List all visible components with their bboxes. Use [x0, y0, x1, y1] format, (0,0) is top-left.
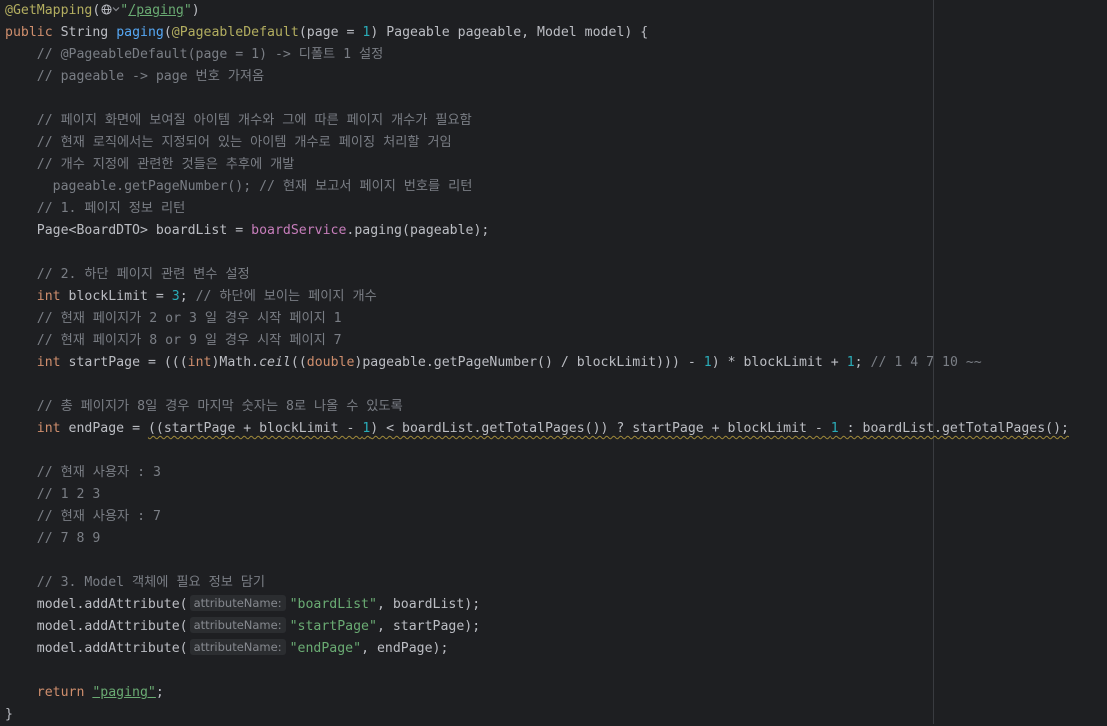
- code-line[interactable]: // 현재 페이지가 8 or 9 일 경우 시작 페이지 7: [5, 330, 1069, 352]
- code-line[interactable]: // 현재 사용자 : 7: [5, 506, 1069, 528]
- return-value-link[interactable]: "paging": [92, 685, 156, 700]
- comment: // 페이지 화면에 보여질 아이템 개수와 그에 따른 페이지 개수가 필요함: [36, 113, 472, 128]
- comment: // @PageableDefault(page = 1) -> 디폴트 1 설…: [36, 47, 384, 62]
- comment: // 현재 사용자 : 3: [36, 465, 161, 480]
- code-line[interactable]: }: [5, 704, 1069, 726]
- parameter-hint: attributeName:: [189, 639, 286, 655]
- code-line[interactable]: // 7 8 9: [5, 528, 1069, 550]
- code-line[interactable]: // 현재 로직에서는 지정되어 있는 아이템 개수로 페이징 처리할 거임: [5, 132, 1069, 154]
- code-editor[interactable]: @GetMapping("/paging") public String pag…: [0, 0, 1107, 724]
- code-line[interactable]: @GetMapping("/paging"): [5, 0, 1069, 22]
- comment: // 2. 하단 페이지 관련 변수 설정: [36, 267, 250, 282]
- code-line[interactable]: // 현재 사용자 : 3: [5, 462, 1069, 484]
- code-line[interactable]: [5, 374, 1069, 396]
- comment: // 현재 사용자 : 7: [36, 509, 161, 524]
- comment: // 1 2 3: [36, 487, 101, 502]
- code-line[interactable]: return "paging";: [5, 682, 1069, 704]
- mapping-url-link[interactable]: /paging: [128, 3, 184, 18]
- code-line[interactable]: [5, 660, 1069, 682]
- globe-icon[interactable]: [100, 3, 112, 18]
- comment: // 7 8 9: [36, 531, 101, 546]
- warning-highlight[interactable]: ((startPage + blockLimit - 1) < boardLis…: [148, 421, 1069, 436]
- code-line[interactable]: // 1 2 3: [5, 484, 1069, 506]
- code-line[interactable]: Page<BoardDTO> boardList = boardService.…: [5, 220, 1069, 242]
- code-line[interactable]: [5, 440, 1069, 462]
- code-line[interactable]: // 총 페이지가 8일 경우 마지막 숫자는 8로 나올 수 있도록: [5, 396, 1069, 418]
- code-line[interactable]: // @PageableDefault(page = 1) -> 디폴트 1 설…: [5, 44, 1069, 66]
- comment: // pageable -> page 번호 가져옴: [36, 69, 265, 84]
- code-line[interactable]: // 3. Model 객체에 필요 정보 담기: [5, 572, 1069, 594]
- comment: // 1. 페이지 정보 리턴: [36, 201, 186, 216]
- code-line[interactable]: // 2. 하단 페이지 관련 변수 설정: [5, 264, 1069, 286]
- code-line[interactable]: int startPage = (((int)Math.ceil((double…: [5, 352, 1069, 374]
- comment: // 3. Model 객체에 필요 정보 담기: [36, 575, 266, 590]
- code-line[interactable]: // 현재 페이지가 2 or 3 일 경우 시작 페이지 1: [5, 308, 1069, 330]
- code-line[interactable]: [5, 242, 1069, 264]
- code-line[interactable]: // 개수 지정에 관련한 것들은 추후에 개발: [5, 154, 1069, 176]
- comment: // 1 4 7 10 ~~: [870, 355, 982, 370]
- code-line[interactable]: model.addAttribute(attributeName: "startP…: [5, 616, 1069, 638]
- parameter-hint: attributeName:: [189, 617, 286, 633]
- method-name: paging: [116, 25, 164, 40]
- code-line[interactable]: int endPage = ((startPage + blockLimit -…: [5, 418, 1069, 440]
- parameter-hint: attributeName:: [189, 595, 286, 611]
- annotation-getmapping: @GetMapping: [5, 3, 93, 18]
- comment: // 개수 지정에 관련한 것들은 추후에 개발: [36, 157, 295, 172]
- comment: // 현재 로직에서는 지정되어 있는 아이템 개수로 페이징 처리할 거임: [36, 135, 452, 150]
- code-line[interactable]: // 1. 페이지 정보 리턴: [5, 198, 1069, 220]
- code-line[interactable]: model.addAttribute(attributeName: "endPag…: [5, 638, 1069, 660]
- code-line[interactable]: [5, 88, 1069, 110]
- comment: // 총 페이지가 8일 경우 마지막 숫자는 8로 나올 수 있도록: [36, 399, 403, 414]
- code-line[interactable]: pageable.getPageNumber(); // 현재 보고서 페이지 …: [5, 176, 1069, 198]
- code-line[interactable]: public String paging(@PageableDefault(pa…: [5, 22, 1069, 44]
- code-line[interactable]: [5, 550, 1069, 572]
- code-line[interactable]: // pageable -> page 번호 가져옴: [5, 66, 1069, 88]
- code-line[interactable]: // 페이지 화면에 보여질 아이템 개수와 그에 따른 페이지 개수가 필요함: [5, 110, 1069, 132]
- code-area[interactable]: @GetMapping("/paging") public String pag…: [5, 0, 1069, 726]
- code-line[interactable]: int blockLimit = 3; // 하단에 보이는 페이지 개수: [5, 286, 1069, 308]
- comment: // 현재 페이지가 8 or 9 일 경우 시작 페이지 7: [36, 333, 342, 348]
- board-service-field: boardService: [251, 223, 347, 238]
- code-line[interactable]: model.addAttribute(attributeName: "boardL…: [5, 594, 1069, 616]
- comment: // 현재 페이지가 2 or 3 일 경우 시작 페이지 1: [36, 311, 342, 326]
- closing-brace: }: [5, 707, 13, 722]
- comment: // 현재 보고서 페이지 번호를 리턴: [259, 179, 473, 194]
- comment: // 하단에 보이는 페이지 개수: [195, 289, 377, 304]
